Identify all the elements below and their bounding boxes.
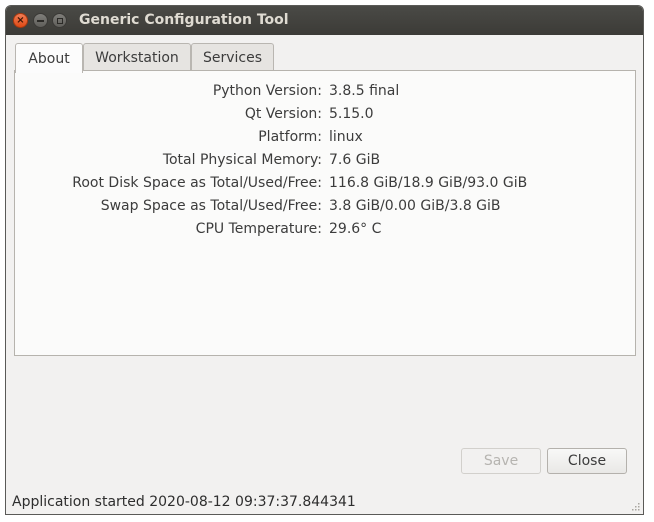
about-panel: Python Version: 3.8.5 final Qt Version: …	[14, 70, 636, 356]
info-label: Platform:	[258, 129, 322, 145]
info-row: Total Physical Memory: 7.6 GiB	[15, 152, 635, 174]
app-window: × Generic Configuration Tool About Works…	[5, 5, 644, 515]
tab-services[interactable]: Services	[191, 43, 274, 71]
window-maximize-button[interactable]	[52, 13, 67, 28]
window-title: Generic Configuration Tool	[79, 12, 289, 28]
maximize-icon	[56, 17, 63, 24]
window-minimize-button[interactable]	[33, 13, 48, 28]
close-button[interactable]: Close	[547, 448, 627, 474]
status-bar-message: Application started 2020-08-12 09:37:37.…	[12, 494, 356, 510]
info-value: 3.8.5 final	[329, 83, 400, 99]
info-label: Qt Version:	[244, 106, 322, 122]
info-value: 5.15.0	[329, 106, 374, 122]
info-value: 7.6 GiB	[329, 152, 381, 168]
info-label: Root Disk Space as Total/Used/Free:	[72, 175, 322, 191]
resize-grip-icon[interactable]	[630, 501, 640, 511]
info-row: CPU Temperature: 29.6° C	[15, 221, 635, 243]
info-row: Qt Version: 5.15.0	[15, 106, 635, 128]
info-row: Swap Space as Total/Used/Free: 3.8 GiB/0…	[15, 198, 635, 220]
info-value: 3.8 GiB/0.00 GiB/3.8 GiB	[329, 198, 501, 214]
save-button[interactable]: Save	[461, 448, 541, 474]
tab-workstation[interactable]: Workstation	[83, 43, 191, 71]
title-bar[interactable]: × Generic Configuration Tool	[6, 6, 643, 35]
info-label: Swap Space as Total/Used/Free:	[100, 198, 322, 214]
info-label: Python Version:	[212, 83, 322, 99]
info-value: linux	[329, 129, 363, 145]
info-label: CPU Temperature:	[195, 221, 322, 237]
minimize-icon	[37, 19, 44, 22]
info-value: 29.6° C	[329, 221, 382, 237]
window-close-button[interactable]: ×	[13, 13, 28, 28]
info-row: Root Disk Space as Total/Used/Free: 116.…	[15, 175, 635, 197]
info-label: Total Physical Memory:	[162, 152, 322, 168]
info-value: 116.8 GiB/18.9 GiB/93.0 GiB	[329, 175, 528, 191]
close-icon: ×	[16, 14, 25, 26]
info-row: Python Version: 3.8.5 final	[15, 83, 635, 105]
info-row: Platform: linux	[15, 129, 635, 151]
tab-about[interactable]: About	[15, 43, 83, 73]
